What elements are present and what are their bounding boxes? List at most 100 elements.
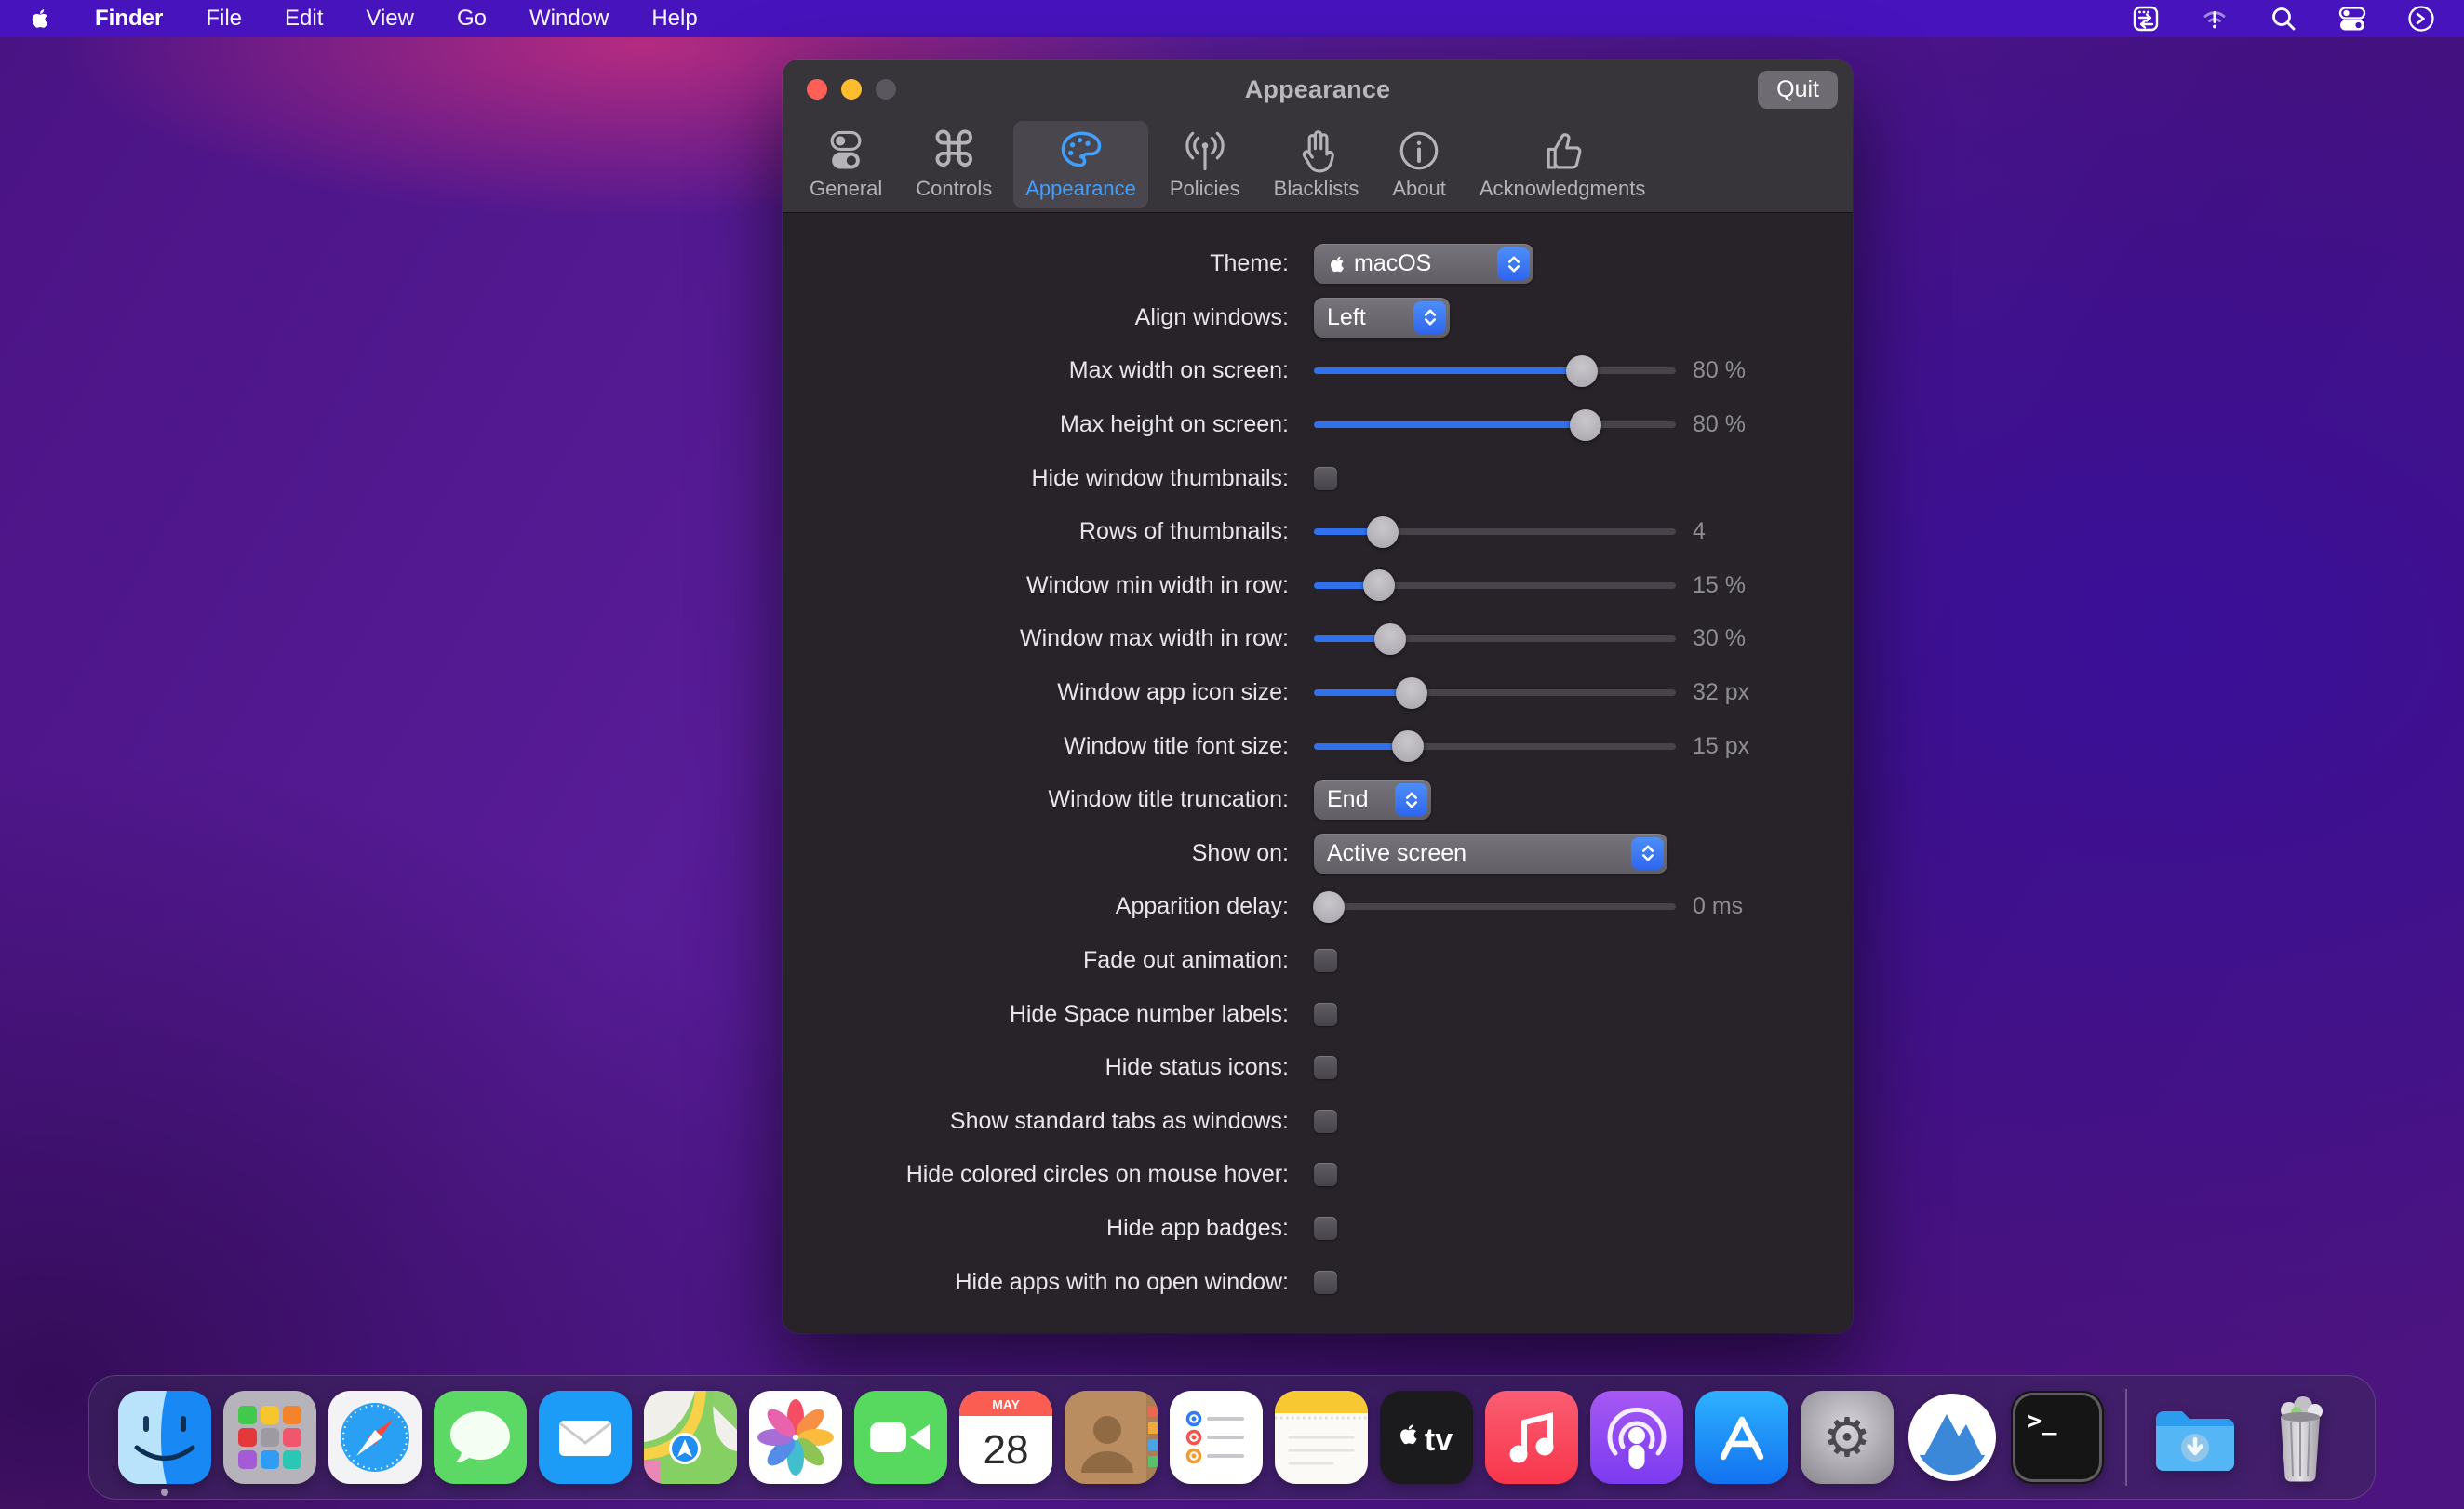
hide-window-thumbnails-checkbox[interactable] xyxy=(1314,467,1337,490)
svg-text:tv: tv xyxy=(1424,1422,1452,1458)
popup-stepper-icon[interactable] xyxy=(1395,783,1427,816)
window-header: Appearance Quit General⌘ControlsAppearan… xyxy=(783,60,1853,213)
dock-item-safari[interactable] xyxy=(328,1391,422,1484)
dock-item-terminal[interactable]: >_ xyxy=(2011,1391,2104,1484)
menu-file[interactable]: File xyxy=(206,6,242,32)
max-width-on-screen-slider[interactable] xyxy=(1314,354,1676,388)
dock-item-trash[interactable] xyxy=(2254,1391,2347,1484)
hide-app-badges-checkbox[interactable] xyxy=(1314,1217,1337,1240)
setting-row-show-standard-tabs-as-windows: Show standard tabs as windows: xyxy=(783,1095,1853,1149)
menu-edit[interactable]: Edit xyxy=(285,6,323,32)
dock-item-music[interactable] xyxy=(1485,1391,1578,1484)
slider-knob[interactable] xyxy=(1367,516,1399,548)
minimize-button[interactable] xyxy=(841,79,862,100)
setting-row-apparition-delay: Apparition delay:0 ms xyxy=(783,880,1853,934)
dock-item-messages[interactable] xyxy=(434,1391,527,1484)
alttab-menubar-icon[interactable] xyxy=(2131,4,2161,33)
spotlight-search-icon[interactable] xyxy=(2269,4,2298,33)
dock-item-maps[interactable] xyxy=(644,1391,737,1484)
dock-item-system-preferences[interactable]: ⚙ xyxy=(1801,1391,1894,1484)
show-standard-tabs-as-windows-checkbox[interactable] xyxy=(1314,1110,1337,1133)
tab-blacklists[interactable]: Blacklists xyxy=(1262,121,1372,208)
hide-colored-circles-on-mouse-hover-checkbox[interactable] xyxy=(1314,1163,1337,1186)
slider-knob[interactable] xyxy=(1313,891,1345,923)
command-icon: ⌘ xyxy=(930,127,978,175)
window-title-truncation-popup[interactable]: End xyxy=(1314,780,1431,820)
shell-circle-icon[interactable] xyxy=(2406,4,2436,33)
tab-appearance[interactable]: Appearance xyxy=(1013,121,1148,208)
dock-item-app-store[interactable] xyxy=(1695,1391,1788,1484)
slider-knob[interactable] xyxy=(1396,677,1427,709)
tab-about[interactable]: About xyxy=(1380,121,1458,208)
tab-acknowledgments[interactable]: Acknowledgments xyxy=(1467,121,1658,208)
slider-knob[interactable] xyxy=(1570,409,1601,441)
popup-stepper-icon[interactable] xyxy=(1413,301,1446,334)
setting-row-window-max-width-in-row: Window max width in row:30 % xyxy=(783,612,1853,666)
show-on-popup[interactable]: Active screen xyxy=(1314,834,1667,874)
slider-knob[interactable] xyxy=(1392,730,1424,762)
menu-window[interactable]: Window xyxy=(529,6,609,32)
theme-popup[interactable]: macOS xyxy=(1314,244,1533,284)
setting-label: Hide window thumbnails: xyxy=(783,465,1289,492)
window-title-font-size-slider[interactable] xyxy=(1314,729,1676,763)
setting-row-hide-window-thumbnails: Hide window thumbnails: xyxy=(783,451,1853,505)
setting-row-hide-app-badges: Hide app badges: xyxy=(783,1202,1853,1256)
fade-out-animation-checkbox[interactable] xyxy=(1314,949,1337,972)
align-windows-popup[interactable]: Left xyxy=(1314,298,1450,338)
setting-row-hide-space-number-labels: Hide Space number labels: xyxy=(783,987,1853,1041)
dock-item-downloads[interactable] xyxy=(2149,1391,2242,1484)
active-app-menu[interactable]: Finder xyxy=(95,6,163,32)
title-bar[interactable]: Appearance Quit xyxy=(783,60,1853,119)
tab-controls[interactable]: ⌘Controls xyxy=(904,121,1004,208)
dock-item-calendar[interactable]: MAY28 xyxy=(959,1391,1052,1484)
rows-of-thumbnails-slider[interactable] xyxy=(1314,515,1676,549)
setting-row-max-height-on-screen: Max height on screen:80 % xyxy=(783,398,1853,452)
apparition-delay-slider[interactable] xyxy=(1314,890,1676,924)
settings-panel: Theme:macOSAlign windows:LeftMax width o… xyxy=(783,212,1853,1309)
dock-item-launchpad[interactable] xyxy=(223,1391,316,1484)
apple-menu-icon[interactable] xyxy=(28,7,52,31)
dock-item-photos[interactable] xyxy=(749,1391,842,1484)
setting-row-align-windows: Align windows:Left xyxy=(783,291,1853,345)
zoom-button-disabled xyxy=(876,79,896,100)
hide-space-number-labels-checkbox[interactable] xyxy=(1314,1003,1337,1026)
dock-item-tv[interactable]: tv xyxy=(1380,1391,1473,1484)
tab-label: Controls xyxy=(916,177,992,201)
dock-item-contacts[interactable] xyxy=(1065,1391,1158,1484)
tab-label: General xyxy=(810,177,882,201)
setting-label: Window title font size: xyxy=(783,733,1289,760)
popup-stepper-icon[interactable] xyxy=(1497,247,1530,280)
slider-knob[interactable] xyxy=(1363,569,1395,601)
hide-apps-with-no-open-window-checkbox[interactable] xyxy=(1314,1271,1337,1294)
setting-value: 15 px xyxy=(1693,733,1749,760)
hide-status-icons-checkbox[interactable] xyxy=(1314,1056,1337,1079)
wifi-alert-icon[interactable] xyxy=(2200,4,2230,33)
dock-item-podcasts[interactable] xyxy=(1590,1391,1683,1484)
popup-stepper-icon[interactable] xyxy=(1631,837,1664,870)
dock-item-mail[interactable] xyxy=(539,1391,632,1484)
max-height-on-screen-slider[interactable] xyxy=(1314,408,1676,442)
quit-button[interactable]: Quit xyxy=(1758,71,1838,109)
dock-item-notes[interactable] xyxy=(1275,1391,1368,1484)
control-center-icon[interactable] xyxy=(2337,4,2367,33)
dock-item-alttab[interactable] xyxy=(1906,1391,1999,1484)
menu-view[interactable]: View xyxy=(366,6,414,32)
dock-item-finder[interactable] xyxy=(118,1391,211,1484)
window-title: Appearance xyxy=(783,75,1853,104)
menu-go[interactable]: Go xyxy=(457,6,487,32)
menu-help[interactable]: Help xyxy=(651,6,697,32)
dock-item-reminders[interactable] xyxy=(1170,1391,1263,1484)
window-min-width-in-row-slider[interactable] xyxy=(1314,568,1676,602)
slider-knob[interactable] xyxy=(1374,623,1406,655)
setting-label: Window title truncation: xyxy=(783,786,1289,813)
tab-general[interactable]: General xyxy=(797,121,894,208)
tab-policies[interactable]: Policies xyxy=(1158,121,1252,208)
palette-icon xyxy=(1058,127,1105,175)
close-button[interactable] xyxy=(807,79,827,100)
setting-label: Show on: xyxy=(783,840,1289,867)
window-app-icon-size-slider[interactable] xyxy=(1314,676,1676,710)
appearance-preferences-window: Appearance Quit General⌘ControlsAppearan… xyxy=(783,60,1853,1333)
window-max-width-in-row-slider[interactable] xyxy=(1314,622,1676,656)
dock-item-facetime[interactable] xyxy=(854,1391,947,1484)
slider-knob[interactable] xyxy=(1566,355,1598,387)
